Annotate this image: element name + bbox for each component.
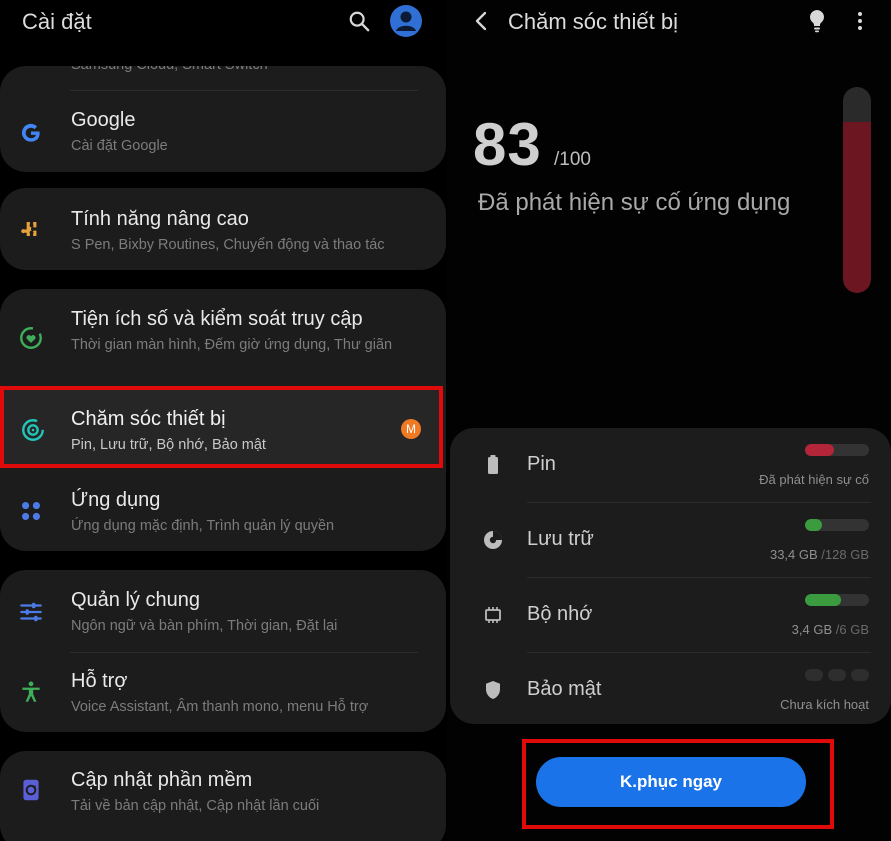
- settings-item-subtitle: Ngôn ngữ và bàn phím, Thời gian, Đặt lại: [71, 618, 338, 634]
- score-gauge-fill: [843, 122, 871, 293]
- status-dot: [828, 669, 846, 681]
- settings-item-samsung-cloud[interactable]: Samsung Cloud, Smart Switch: [0, 66, 446, 86]
- security-status-dots: [805, 669, 869, 681]
- storage-total: /128 GB: [821, 547, 869, 562]
- lightbulb-icon[interactable]: [806, 8, 828, 34]
- battery-status-bar: [805, 444, 869, 456]
- account-avatar-icon[interactable]: [390, 5, 422, 37]
- search-icon[interactable]: [348, 10, 370, 32]
- accessibility-icon: [22, 681, 40, 702]
- sliders-icon: [20, 602, 42, 622]
- device-score-max: /100: [554, 149, 591, 170]
- storage-usage-bar-fill: [805, 519, 823, 531]
- device-care-item-storage[interactable]: Lưu trữ 33,4 GB /128 GB: [450, 503, 891, 577]
- device-care-items-card: Pin Đã phát hiện sự cố Lưu trữ 33,4 GB /…: [450, 428, 891, 724]
- device-care-icon: [22, 419, 44, 441]
- settings-item-subtitle: Pin, Lưu trữ, Bộ nhớ, Bảo mật: [71, 437, 266, 453]
- settings-item-device-care[interactable]: Chăm sóc thiết bị Pin, Lưu trữ, Bộ nhớ, …: [0, 386, 443, 468]
- device-status-text: Đã phát hiện sự cố ứng dụng: [478, 189, 791, 216]
- settings-item-subtitle: Thời gian màn hình, Đếm giờ ứng dụng, Th…: [71, 337, 393, 353]
- settings-item-apps[interactable]: Ứng dụng Ứng dụng mặc định, Trình quản l…: [0, 467, 446, 551]
- settings-item-digital-wellbeing[interactable]: Tiện ích số và kiểm soát truy cập Thời g…: [0, 289, 446, 383]
- settings-pane: Cài đặt Samsung Cloud, Smart Switch Goog…: [0, 0, 446, 841]
- shield-icon: [486, 681, 500, 699]
- settings-item-software-update[interactable]: Cập nhật phần mềm Tải về bản cập nhật, C…: [0, 751, 446, 833]
- notification-badge: M: [401, 419, 421, 439]
- battery-status-bar-fill: [805, 444, 834, 456]
- status-dot: [805, 669, 823, 681]
- settings-item-subtitle: Voice Assistant, Âm thanh mono, menu Hỗ …: [71, 699, 369, 715]
- memory-usage-bar: [805, 594, 869, 606]
- apps-icon: [22, 502, 40, 520]
- battery-icon: [488, 455, 498, 474]
- settings-item-subtitle: Tải về bản cập nhật, Cập nhật lần cuối: [71, 798, 320, 814]
- device-care-item-label: Pin: [527, 453, 556, 475]
- settings-item-title: Ứng dụng: [71, 489, 161, 511]
- status-dot: [851, 669, 869, 681]
- device-care-item-value: Chưa kích hoạt: [780, 697, 869, 712]
- back-arrow-icon[interactable]: [472, 10, 492, 32]
- device-care-header: Chăm sóc thiết bị: [447, 0, 891, 44]
- storage-used: 33,4 GB: [769, 547, 818, 562]
- puzzle-icon: [21, 221, 37, 237]
- settings-card-update: Cập nhật phần mềm Tải về bản cập nhật, C…: [0, 751, 446, 841]
- storage-icon: [484, 531, 502, 549]
- settings-item-title: Quản lý chung: [71, 589, 200, 611]
- settings-item-title: Cập nhật phần mềm: [71, 769, 253, 791]
- memory-icon: [485, 607, 501, 623]
- device-care-item-label: Bảo mật: [527, 678, 602, 700]
- settings-item-subtitle: Samsung Cloud, Smart Switch: [71, 66, 401, 75]
- settings-item-subtitle: Ứng dụng mặc định, Trình quản lý quyền: [71, 518, 335, 534]
- settings-item-google[interactable]: Google Cài đặt Google: [0, 91, 446, 172]
- device-care-item-label: Bộ nhớ: [527, 603, 593, 625]
- settings-card-general: Quản lý chung Ngôn ngữ và bàn phím, Thời…: [0, 570, 446, 732]
- battery-value: Đã phát hiện sự cố: [759, 472, 869, 487]
- memory-total: /6 GB: [835, 622, 869, 637]
- settings-item-title: Tính năng nâng cao: [71, 208, 249, 230]
- device-care-pane: Chăm sóc thiết bị 83 /100 Đã phát hiện s…: [447, 0, 891, 841]
- storage-usage-bar: [805, 519, 869, 531]
- settings-item-subtitle: Cài đặt Google: [71, 138, 168, 154]
- security-value: Chưa kích hoạt: [780, 697, 869, 712]
- device-care-item-battery[interactable]: Pin Đã phát hiện sự cố: [450, 428, 891, 502]
- settings-item-advanced-features[interactable]: Tính năng nâng cao S Pen, Bixby Routines…: [0, 188, 446, 270]
- device-care-item-value: 3,4 GB /6 GB: [792, 622, 869, 637]
- settings-item-title: Google: [71, 109, 136, 131]
- digital-wellbeing-icon: [20, 327, 42, 349]
- settings-card-advanced: Tính năng nâng cao S Pen, Bixby Routines…: [0, 188, 446, 270]
- device-care-title: Chăm sóc thiết bị: [508, 9, 678, 34]
- settings-item-accessibility[interactable]: Hỗ trợ Voice Assistant, Âm thanh mono, m…: [0, 653, 446, 732]
- device-score: 83: [473, 111, 542, 178]
- score-gauge: [843, 87, 871, 293]
- device-care-item-memory[interactable]: Bộ nhớ 3,4 GB /6 GB: [450, 578, 891, 652]
- settings-item-title: Tiện ích số và kiểm soát truy cập: [71, 308, 363, 330]
- settings-item-general-management[interactable]: Quản lý chung Ngôn ngữ và bàn phím, Thời…: [0, 570, 446, 652]
- memory-used: 3,4 GB: [791, 622, 833, 637]
- settings-title: Cài đặt: [22, 9, 92, 34]
- settings-item-title: Chăm sóc thiết bị: [71, 408, 226, 430]
- settings-item-subtitle: S Pen, Bixby Routines, Chuyển động và th…: [71, 237, 385, 253]
- device-care-item-label: Lưu trữ: [527, 528, 594, 550]
- memory-usage-bar-fill: [805, 594, 842, 606]
- more-vertical-icon[interactable]: [853, 10, 867, 32]
- google-icon: [21, 123, 40, 142]
- settings-header: Cài đặt: [0, 0, 446, 44]
- software-update-icon: [23, 779, 39, 801]
- device-care-item-value: 33,4 GB /128 GB: [770, 547, 869, 562]
- device-care-item-security[interactable]: Bảo mật Chưa kích hoạt: [450, 653, 891, 727]
- optimize-now-button[interactable]: K.phục ngay: [536, 757, 806, 807]
- settings-card-accounts: Samsung Cloud, Smart Switch Google Cài đ…: [0, 66, 446, 172]
- settings-item-title: Hỗ trợ: [71, 670, 128, 692]
- device-care-item-value: Đã phát hiện sự cố: [759, 472, 869, 487]
